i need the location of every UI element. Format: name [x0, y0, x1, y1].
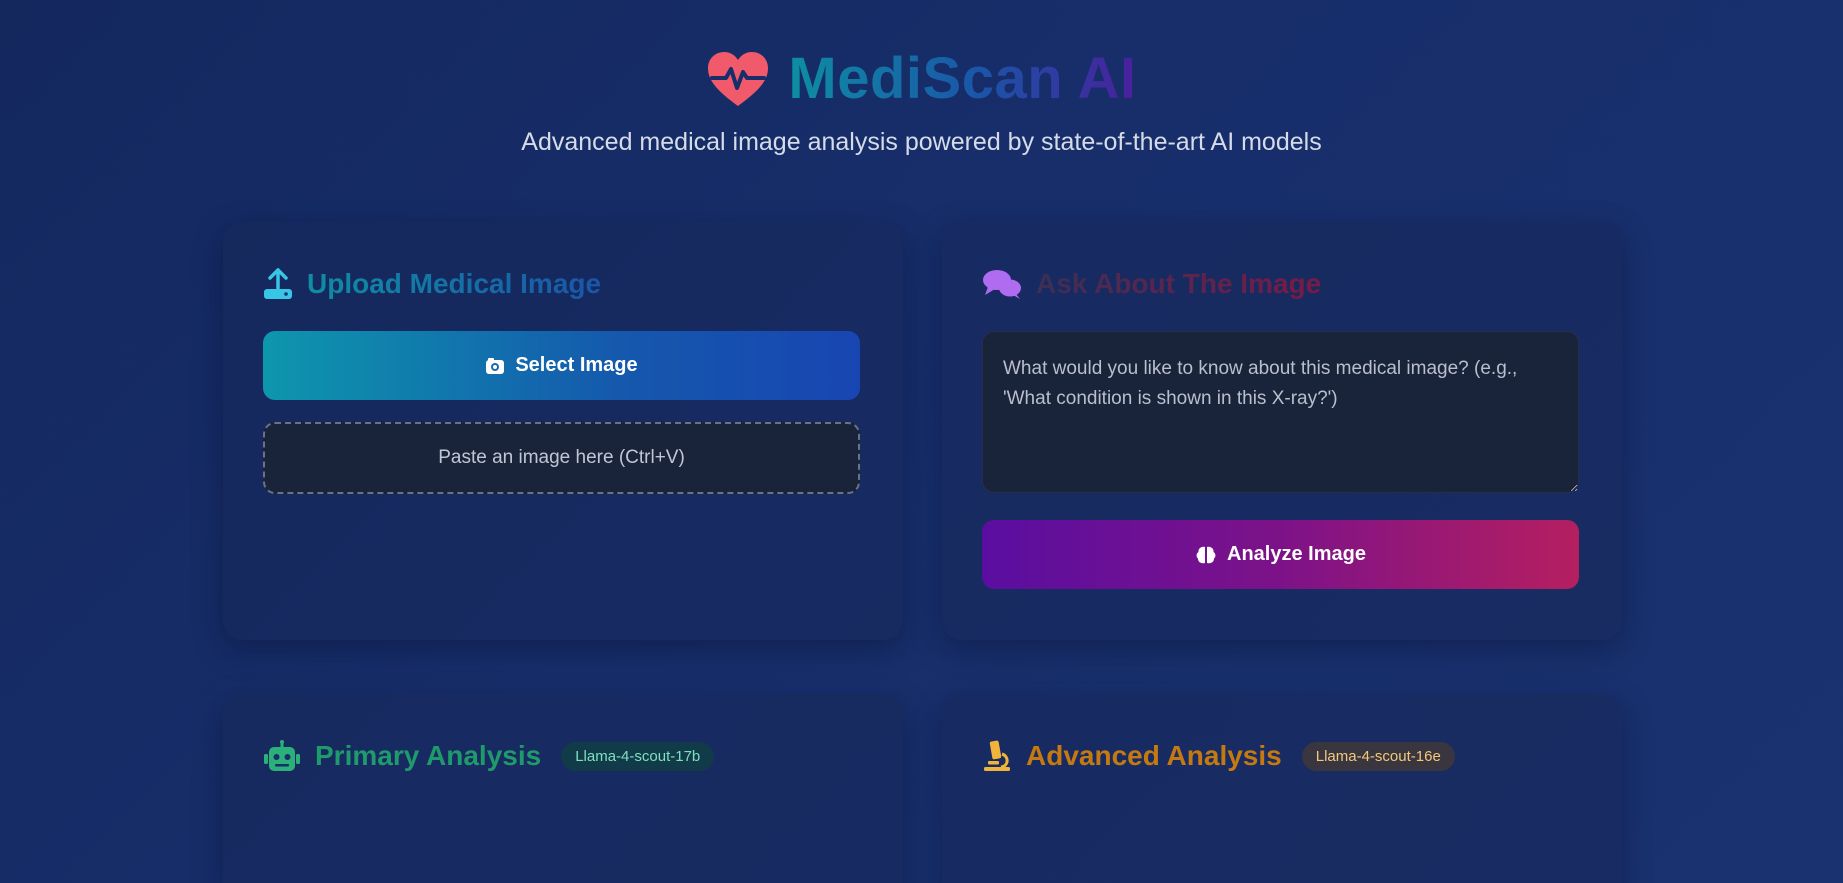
- paste-zone-label: Paste an image here (Ctrl+V): [438, 447, 685, 468]
- app-subtitle: Advanced medical image analysis powered …: [521, 128, 1322, 156]
- analyze-image-button[interactable]: Analyze Image: [982, 520, 1579, 589]
- upload-card-title: Upload Medical Image: [263, 262, 601, 306]
- app-header: MediScan AI: [0, 44, 1843, 114]
- primary-title: Primary Analysis: [315, 740, 542, 771]
- primary-analysis-card: Primary Analysis Llama-4-scout-17b: [223, 694, 903, 883]
- upload-icon: [264, 268, 292, 299]
- heart-pulse-icon: [708, 52, 769, 106]
- paste-drop-zone[interactable]: Paste an image here (Ctrl+V): [263, 422, 860, 494]
- upload-title: Upload Medical Image: [307, 268, 602, 299]
- advanced-model-badge: Llama-4-scout-16e: [1301, 741, 1455, 771]
- ask-card: Ask About The Image Analyze Image: [942, 222, 1622, 640]
- primary-card-title: Primary Analysis Llama-4-scout-17b: [263, 734, 715, 778]
- primary-model-badge: Llama-4-scout-17b: [561, 741, 715, 771]
- ask-title: Ask About The Image: [1036, 268, 1322, 299]
- analyze-image-label: Analyze Image: [1227, 543, 1366, 565]
- robot-icon: [264, 740, 300, 771]
- ask-card-title: Ask About The Image: [982, 262, 1321, 306]
- chat-bubbles-icon: [983, 270, 1021, 299]
- camera-icon: [486, 357, 505, 374]
- app-title: MediScan AI: [788, 44, 1136, 114]
- select-image-label: Select Image: [515, 354, 638, 376]
- upload-card: Upload Medical Image Select Image Paste …: [223, 222, 903, 640]
- brain-icon: [1196, 546, 1216, 563]
- advanced-title: Advanced Analysis: [1026, 740, 1282, 771]
- question-textarea[interactable]: [982, 331, 1579, 493]
- microscope-icon: [984, 740, 1010, 771]
- brand: MediScan AI: [706, 44, 1136, 114]
- select-image-button[interactable]: Select Image: [263, 331, 860, 400]
- advanced-analysis-card: Advanced Analysis Llama-4-scout-16e: [942, 694, 1622, 883]
- advanced-card-title: Advanced Analysis Llama-4-scout-16e: [982, 734, 1455, 778]
